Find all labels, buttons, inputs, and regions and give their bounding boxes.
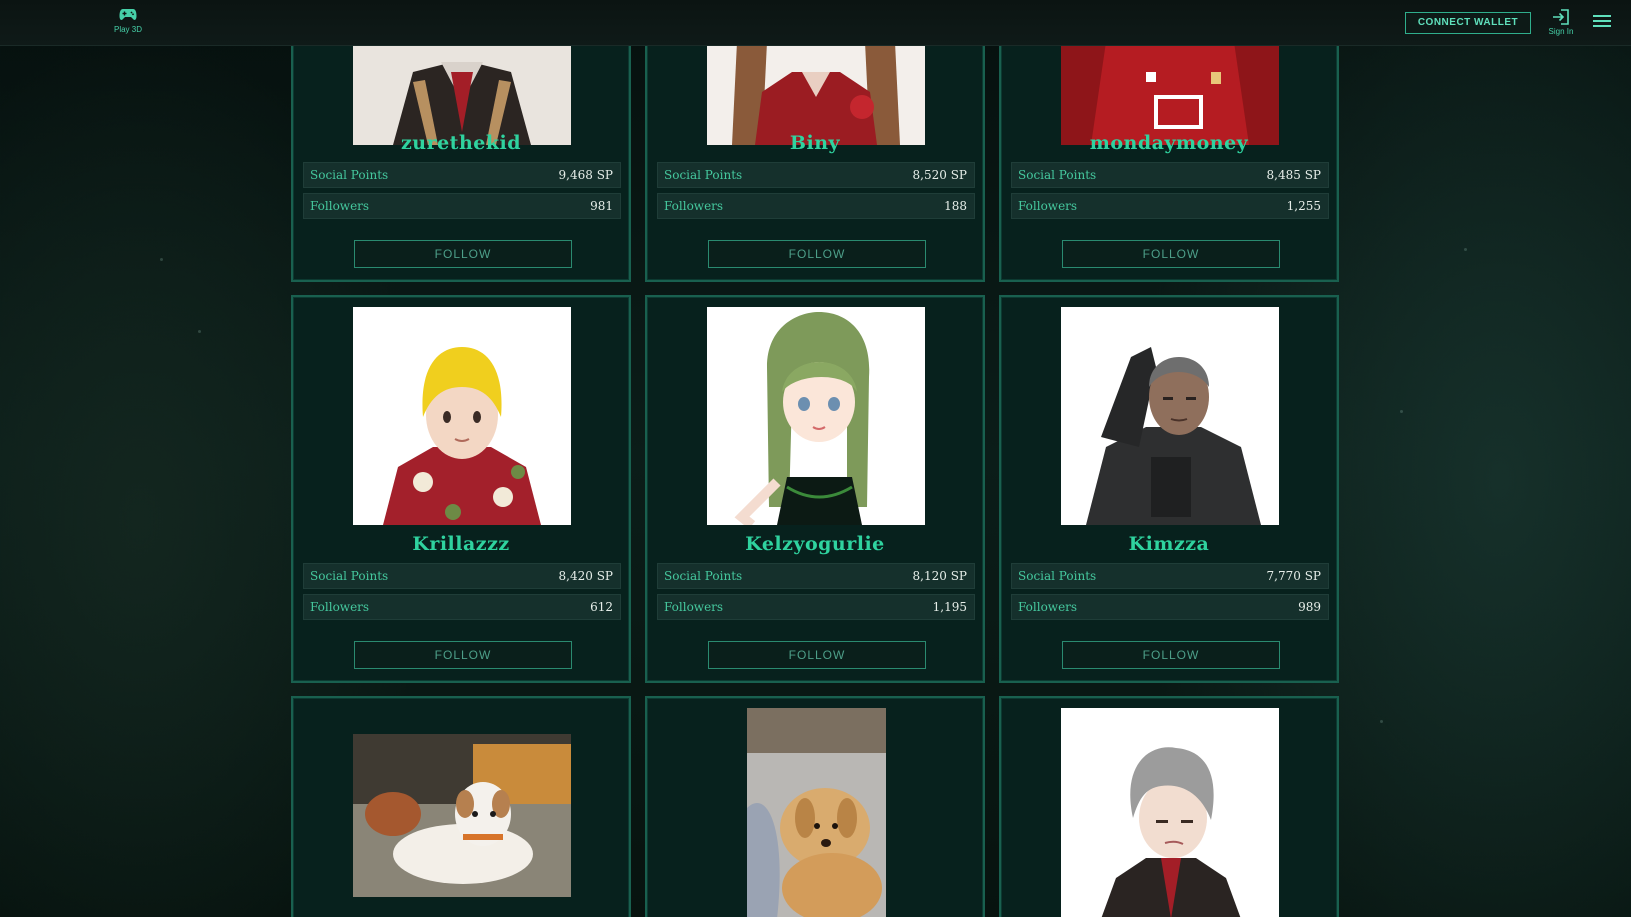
profile-avatar [707, 42, 925, 145]
profile-avatar [1061, 708, 1279, 917]
profile-name: zurethekid [400, 132, 522, 154]
sign-in-label: Sign In [1548, 27, 1574, 36]
social-points-value: 7,770 SP [1266, 569, 1321, 583]
profile-name: Kelzyogurlie [745, 533, 885, 555]
background-star [1400, 410, 1403, 413]
profile-name: Kimzza [1128, 533, 1210, 555]
follow-button[interactable]: FOLLOW [1062, 641, 1280, 669]
profile-avatar [353, 734, 571, 897]
profile-card: Krillazzz Social Points 8,420 SP Followe… [291, 295, 631, 683]
social-points-label: Social Points [1018, 168, 1097, 182]
followers-value: 989 [1298, 600, 1321, 614]
followers-label: Followers [1018, 199, 1078, 213]
background-star [1380, 720, 1383, 723]
profile-card [645, 696, 985, 917]
followers-value: 981 [590, 199, 613, 213]
follow-button[interactable]: FOLLOW [1062, 240, 1280, 268]
social-points-label: Social Points [664, 168, 743, 182]
social-points-value: 8,420 SP [558, 569, 613, 583]
gamepad-icon [119, 9, 137, 20]
profile-name: Biny [789, 132, 841, 154]
profile-avatar [707, 307, 925, 525]
follow-button[interactable]: FOLLOW [708, 641, 926, 669]
followers-row: Followers 989 [1011, 594, 1329, 620]
social-points-row: Social Points 9,468 SP [303, 162, 621, 188]
followers-label: Followers [664, 199, 724, 213]
followers-value: 188 [944, 199, 967, 213]
profile-avatar [353, 307, 571, 525]
profile-name: mondaymoney [1089, 132, 1249, 154]
top-navigation-bar: Play 3D CONNECT WALLET Sign In [0, 0, 1631, 46]
background-star [160, 258, 163, 261]
follow-button[interactable]: FOLLOW [354, 240, 572, 268]
sign-in-icon [1553, 9, 1569, 25]
social-points-row: Social Points 8,485 SP [1011, 162, 1329, 188]
profile-card: zurethekid Social Points 9,468 SP Follow… [291, 20, 631, 282]
profile-card [999, 696, 1339, 917]
menu-icon[interactable] [1593, 15, 1611, 29]
connect-wallet-button[interactable]: CONNECT WALLET [1405, 12, 1531, 34]
followers-label: Followers [664, 600, 724, 614]
followers-row: Followers 612 [303, 594, 621, 620]
followers-value: 1,195 [932, 600, 967, 614]
profile-avatar [747, 708, 886, 917]
social-points-row: Social Points 8,420 SP [303, 563, 621, 589]
play-3d-button[interactable]: Play 3D [106, 8, 150, 34]
social-points-label: Social Points [310, 168, 389, 182]
profile-card: Biny Social Points 8,520 SP Followers 18… [645, 20, 985, 282]
followers-row: Followers 1,255 [1011, 193, 1329, 219]
follow-button[interactable]: FOLLOW [708, 240, 926, 268]
profile-card [291, 696, 631, 917]
sign-in-button[interactable]: Sign In [1544, 9, 1578, 36]
social-points-row: Social Points 7,770 SP [1011, 563, 1329, 589]
profile-avatar [353, 42, 571, 145]
profile-card: mondaymoney Social Points 8,485 SP Follo… [999, 20, 1339, 282]
profile-card: Kelzyogurlie Social Points 8,120 SP Foll… [645, 295, 985, 683]
social-points-label: Social Points [310, 569, 389, 583]
followers-label: Followers [310, 199, 370, 213]
followers-value: 612 [590, 600, 613, 614]
profile-avatar [1061, 42, 1279, 145]
followers-row: Followers 981 [303, 193, 621, 219]
social-points-value: 8,520 SP [912, 168, 967, 182]
social-points-value: 9,468 SP [558, 168, 613, 182]
followers-label: Followers [1018, 600, 1078, 614]
followers-label: Followers [310, 600, 370, 614]
followers-row: Followers 188 [657, 193, 975, 219]
followers-row: Followers 1,195 [657, 594, 975, 620]
background-star [198, 330, 201, 333]
follow-button[interactable]: FOLLOW [354, 641, 572, 669]
profile-avatar [1061, 307, 1279, 525]
background-star [1464, 248, 1467, 251]
social-points-value: 8,485 SP [1266, 168, 1321, 182]
social-points-label: Social Points [664, 569, 743, 583]
social-points-row: Social Points 8,120 SP [657, 563, 975, 589]
social-points-label: Social Points [1018, 569, 1097, 583]
play-3d-label: Play 3D [113, 25, 142, 34]
profile-card: Kimzza Social Points 7,770 SP Followers … [999, 295, 1339, 683]
profile-name: Krillazzz [412, 533, 510, 555]
social-points-row: Social Points 8,520 SP [657, 162, 975, 188]
social-points-value: 8,120 SP [912, 569, 967, 583]
followers-value: 1,255 [1286, 199, 1321, 213]
